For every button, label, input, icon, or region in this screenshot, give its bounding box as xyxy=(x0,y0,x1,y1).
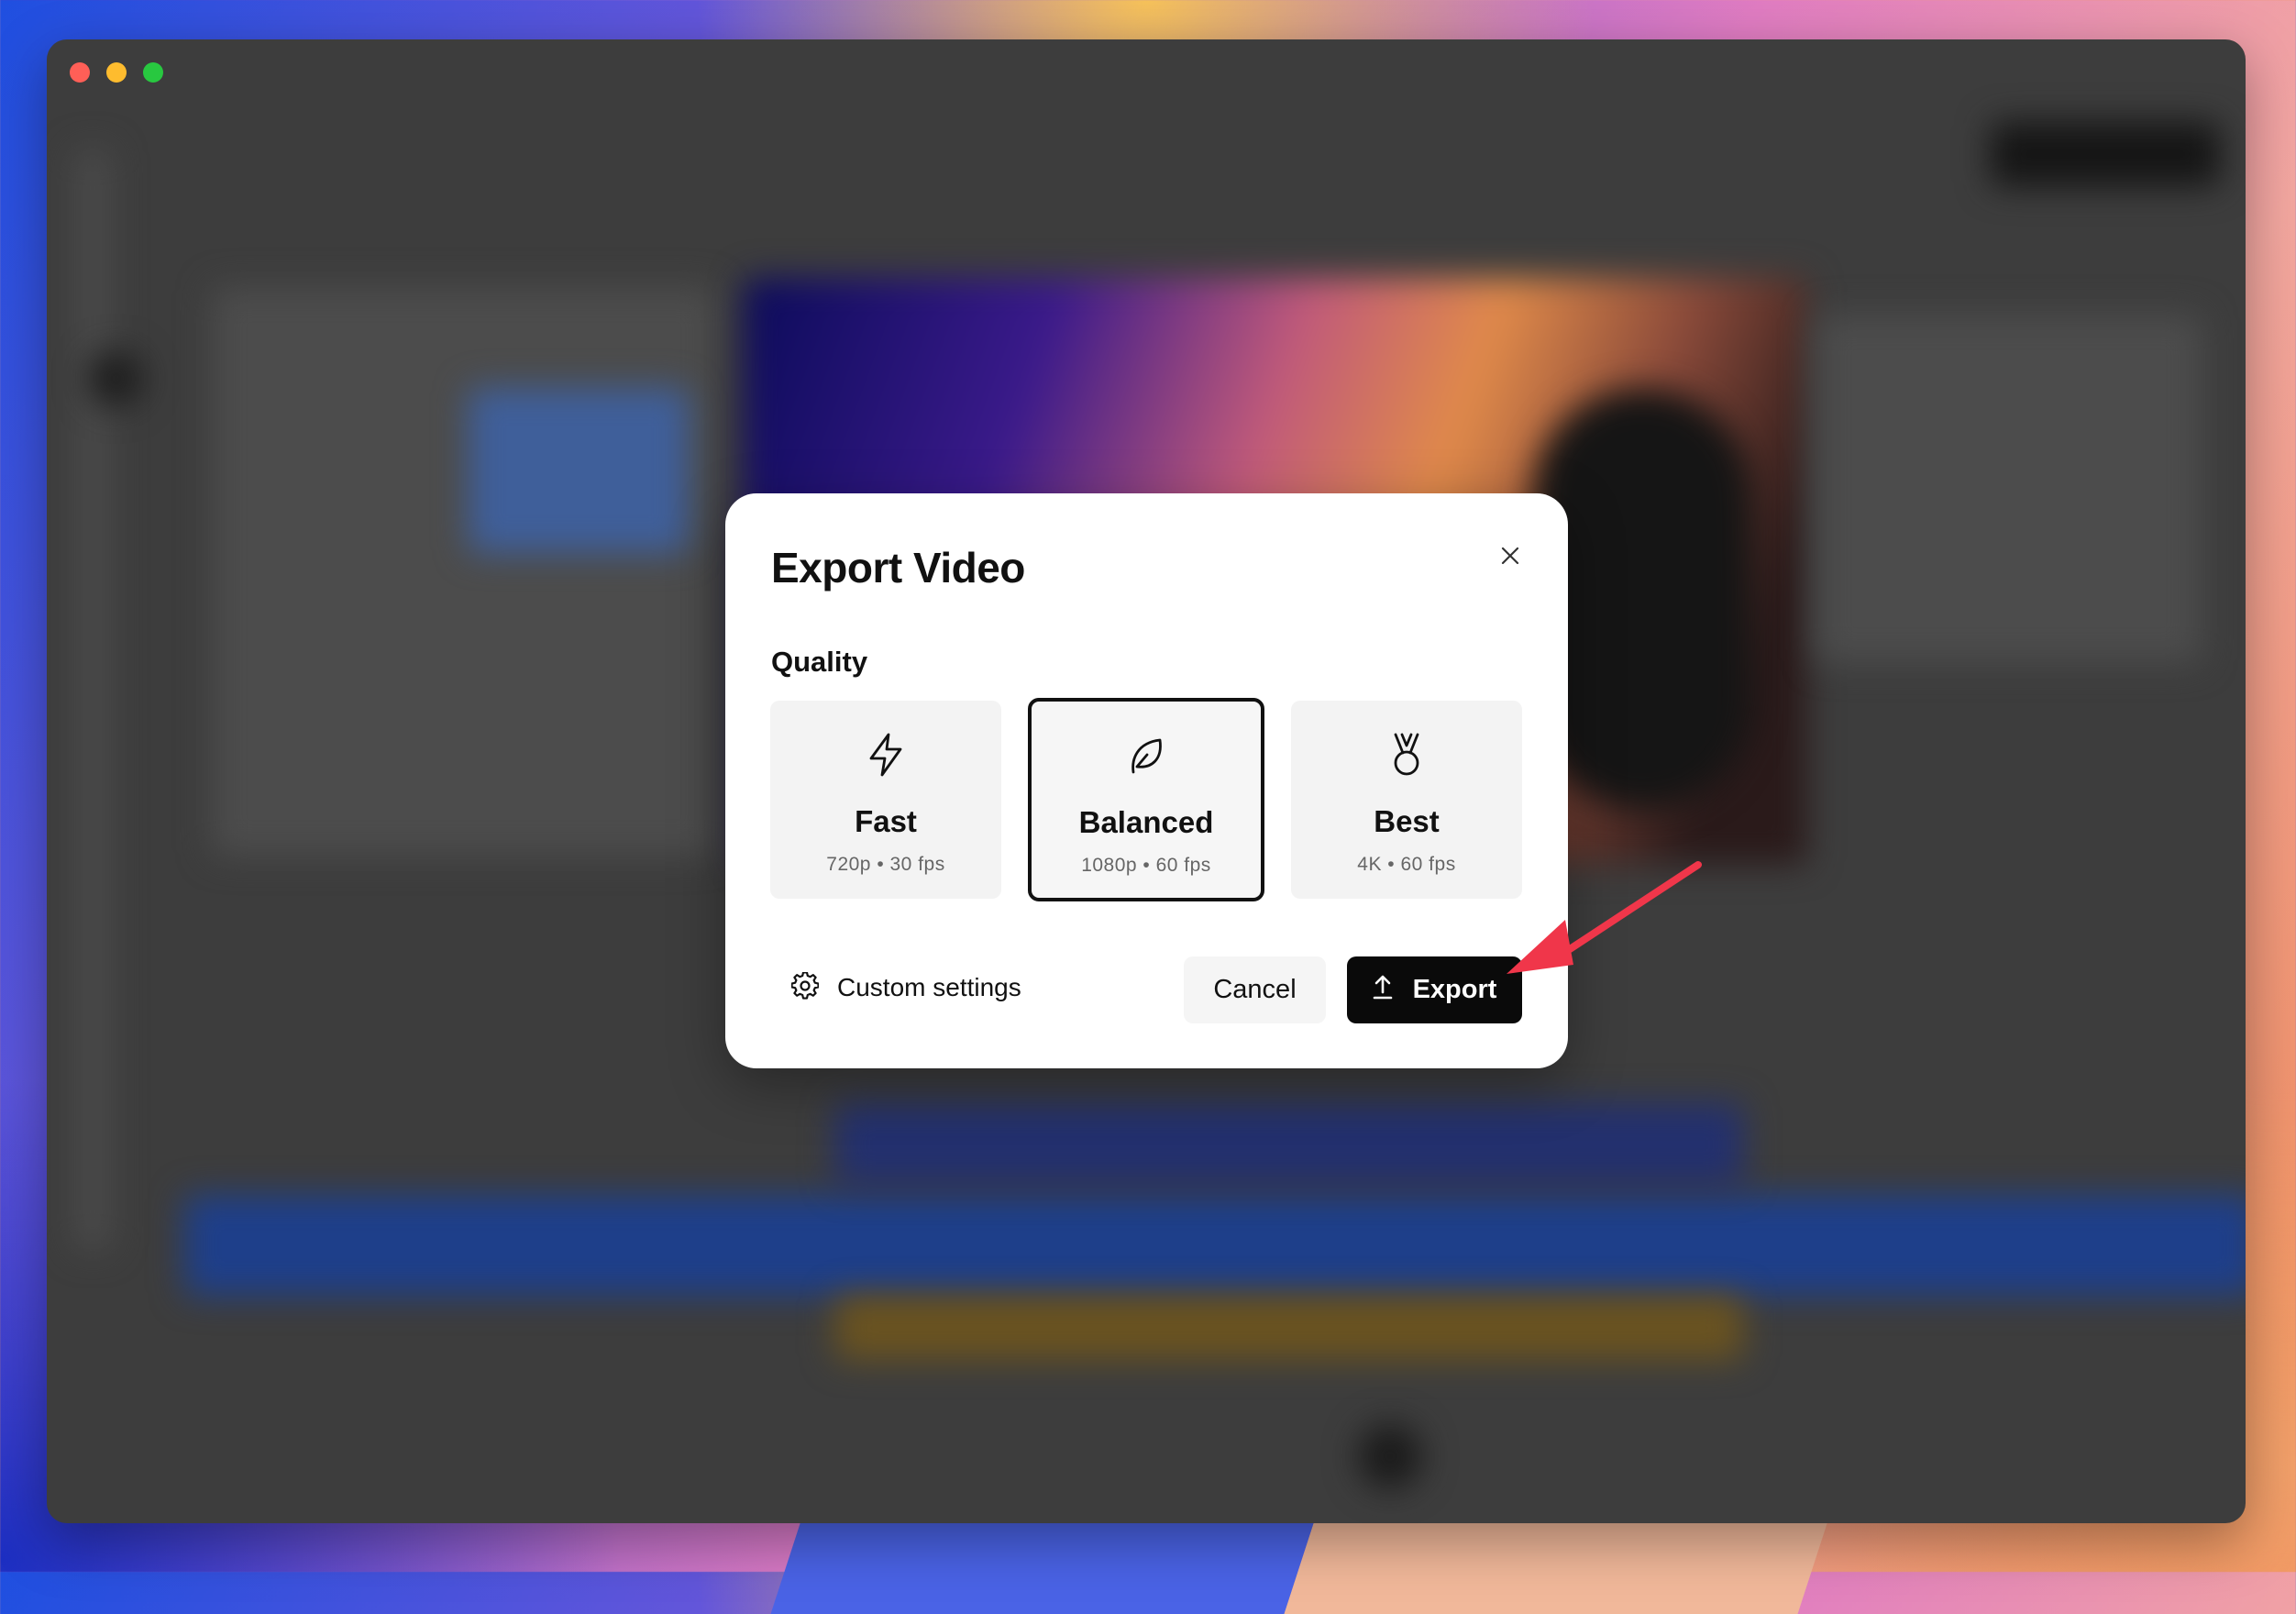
quality-label: Quality xyxy=(771,646,868,678)
quality-option-name: Fast xyxy=(855,804,917,838)
blurred-timeline-track xyxy=(184,1195,2246,1296)
blurred-timeline-clip xyxy=(835,1103,1743,1186)
blurred-playhead xyxy=(1358,1424,1422,1488)
blurred-properties-panel xyxy=(1816,315,2202,663)
window-close-button[interactable] xyxy=(70,62,90,83)
cancel-button[interactable]: Cancel xyxy=(1184,956,1326,1023)
quality-option-name: Best xyxy=(1374,804,1440,838)
custom-settings-button[interactable]: Custom settings xyxy=(790,968,1021,1007)
lightning-icon xyxy=(773,731,999,779)
window-maximize-button[interactable] xyxy=(143,62,163,83)
blurred-sidebar xyxy=(74,149,111,1250)
window-minimize-button[interactable] xyxy=(106,62,127,83)
quality-option-best[interactable]: Best 4K • 60 fps xyxy=(1291,701,1522,899)
quality-option-detail: 4K • 60 fps xyxy=(1357,854,1456,875)
blurred-avatar xyxy=(88,351,143,406)
quality-option-detail: 720p • 30 fps xyxy=(826,854,945,875)
quality-option-fast[interactable]: Fast 720p • 30 fps xyxy=(770,701,1001,899)
gear-icon xyxy=(790,970,820,1004)
export-button-label: Export xyxy=(1412,975,1497,1004)
blurred-audio-track xyxy=(835,1296,1743,1360)
blurred-media-grid xyxy=(212,287,716,856)
custom-settings-label: Custom settings xyxy=(837,973,1021,1001)
blurred-thumbnail xyxy=(469,388,689,553)
export-video-dialog: Export Video Quality Fast 720p • 30 fps … xyxy=(725,493,1568,1068)
blurred-toolbar-button xyxy=(1991,122,2220,186)
close-button[interactable] xyxy=(1492,539,1529,576)
dialog-title: Export Video xyxy=(771,544,1025,591)
quality-option-detail: 1080p • 60 fps xyxy=(1081,855,1211,876)
close-icon xyxy=(1500,546,1520,570)
quality-option-balanced[interactable]: Balanced 1080p • 60 fps xyxy=(1028,698,1264,901)
export-button[interactable]: Export xyxy=(1347,956,1522,1023)
quality-option-name: Balanced xyxy=(1078,805,1214,839)
medal-icon xyxy=(1294,731,1519,779)
upload-icon xyxy=(1373,974,1393,1007)
leaf-icon xyxy=(1032,732,1261,779)
